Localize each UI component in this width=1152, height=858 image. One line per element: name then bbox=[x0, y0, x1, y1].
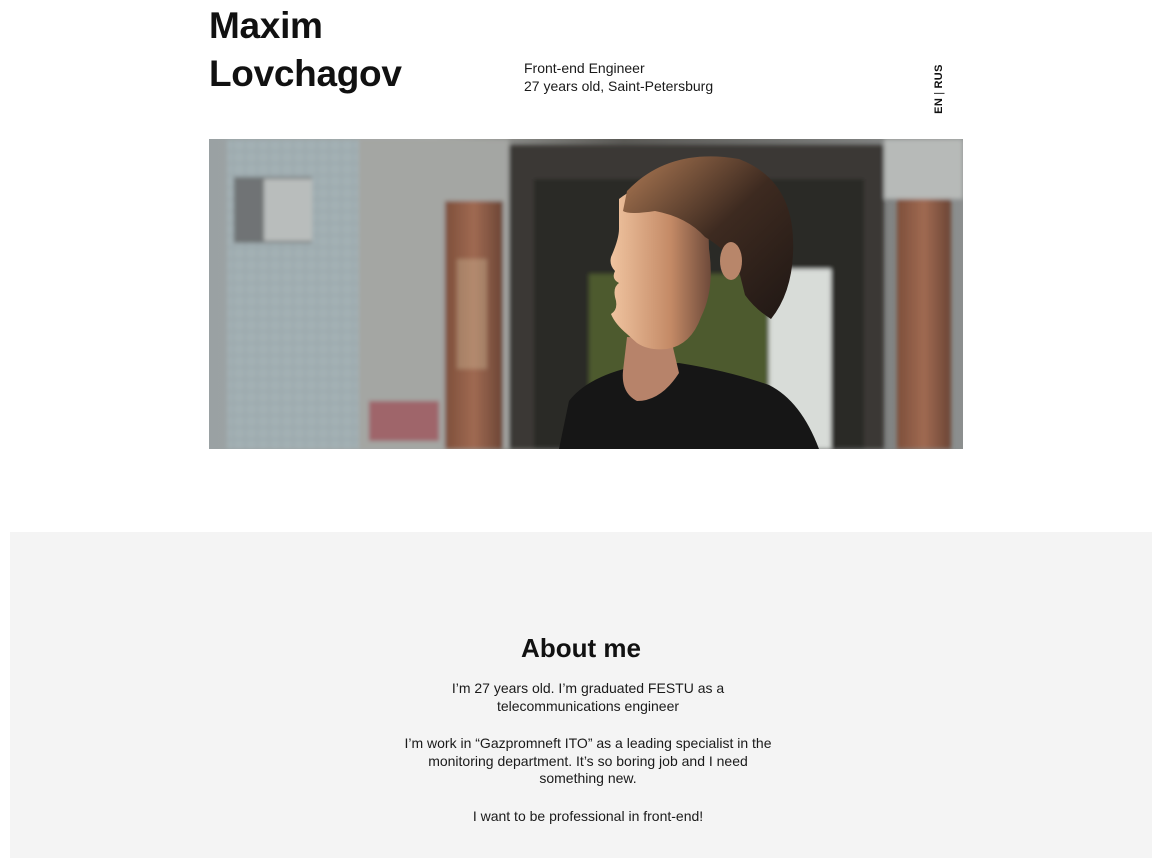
about-text: I’m 27 years old. I’m graduated FESTU as… bbox=[398, 680, 778, 845]
header: Maxim Lovchagov Front-end Engineer 27 ye… bbox=[209, 0, 963, 130]
person-name: Maxim Lovchagov bbox=[209, 2, 402, 98]
first-name: Maxim bbox=[209, 5, 323, 46]
last-name: Lovchagov bbox=[209, 53, 402, 94]
lang-en-link[interactable]: EN bbox=[933, 98, 945, 114]
about-paragraph: I want to be professional in front-end! bbox=[472, 807, 704, 824]
about-section: About me I’m 27 years old. I’m graduated… bbox=[10, 532, 1152, 858]
language-switcher: EN | RUS bbox=[932, 63, 946, 115]
details-text: 27 years old, Saint-Petersburg bbox=[524, 78, 714, 94]
role-text: Front-end Engineer bbox=[524, 60, 645, 76]
page: Maxim Lovchagov Front-end Engineer 27 ye… bbox=[0, 0, 1152, 858]
about-paragraph: I’m work in “Gazpromneft ITO” as a leadi… bbox=[404, 735, 772, 786]
about-title: About me bbox=[521, 633, 641, 663]
lang-separator: | bbox=[933, 91, 945, 95]
hero-photo bbox=[209, 139, 963, 449]
bio: Front-end Engineer 27 years old, Saint-P… bbox=[524, 59, 713, 95]
lang-rus-link[interactable]: RUS bbox=[933, 64, 945, 88]
about-paragraph: I’m 27 years old. I’m graduated FESTU as… bbox=[451, 680, 725, 714]
